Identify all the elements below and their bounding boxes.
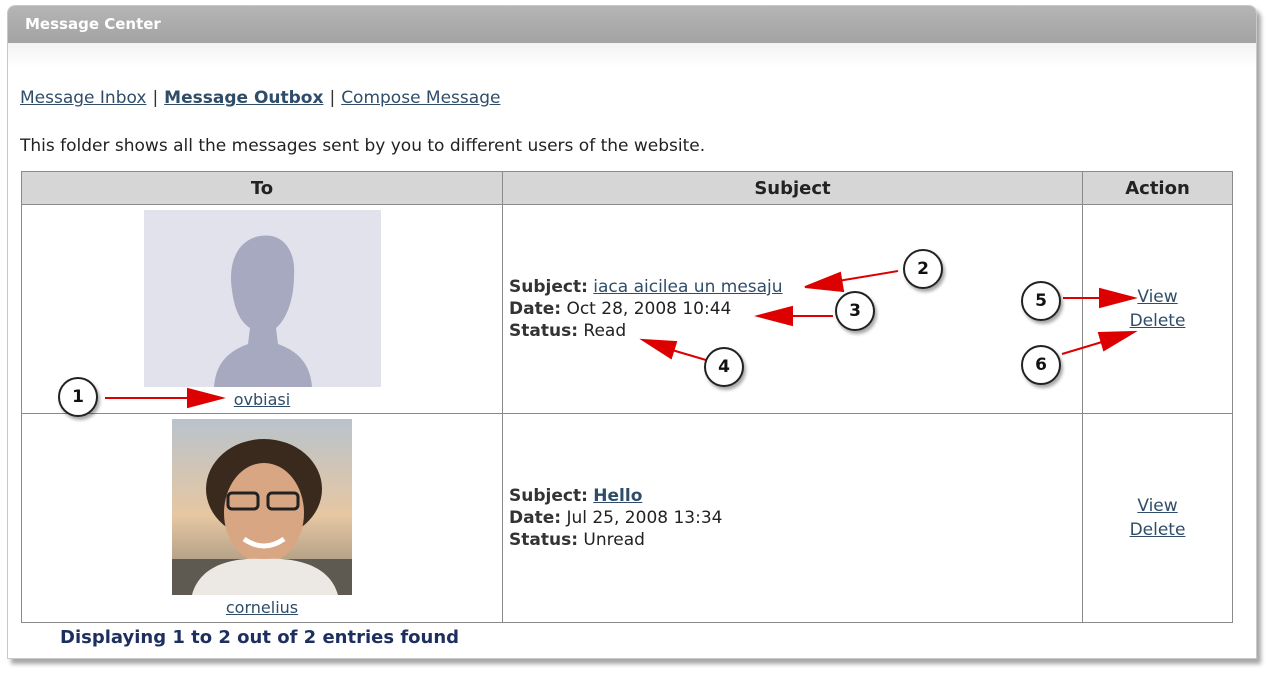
delete-link[interactable]: Delete [1083, 518, 1232, 542]
date-label: Date: [509, 508, 562, 528]
subject-cell: Subject: iaca aicilea un mesaju Date: Oc… [502, 204, 1083, 414]
callout-number-2: 2 [903, 249, 943, 289]
delete-link[interactable]: Delete [1083, 309, 1232, 333]
nav-compose-link[interactable]: Compose Message [341, 88, 500, 108]
nav-separator: | [152, 88, 159, 108]
callout-number-6: 6 [1021, 345, 1061, 385]
action-cell: View Delete [1082, 204, 1233, 414]
nav-inbox-link[interactable]: Message Inbox [20, 88, 146, 108]
header-shade [8, 43, 1256, 67]
status-label: Status: [509, 530, 578, 550]
recipient-cell: cornelius [21, 413, 503, 623]
recipient-username-link[interactable]: ovbiasi [234, 390, 290, 409]
subject-link[interactable]: Hello [593, 486, 642, 506]
callout-number-5: 5 [1021, 281, 1061, 321]
column-header-action: Action [1082, 171, 1233, 205]
nav-separator: | [329, 88, 336, 108]
callout-number-3: 3 [835, 291, 875, 331]
folder-description: This folder shows all the messages sent … [20, 136, 706, 156]
table-row: cornelius Subject: Hello Date: Jul 25, 2… [21, 413, 1233, 623]
callout-number-4: 4 [704, 347, 744, 387]
subject-label: Subject: [509, 277, 588, 297]
column-header-to[interactable]: To [21, 171, 503, 205]
callout-number-1: 1 [58, 377, 98, 417]
date-line: Date: Jul 25, 2008 13:34 [509, 507, 1082, 529]
entries-count-text: Displaying 1 to 2 out of 2 entries found [60, 627, 460, 648]
subject-line: Subject: iaca aicilea un mesaju [509, 276, 1082, 298]
view-link[interactable]: View [1083, 285, 1232, 309]
status-label: Status: [509, 321, 578, 341]
panel-title: Message Center [8, 6, 1256, 43]
column-header-subject[interactable]: Subject [502, 171, 1083, 205]
recipient-cell: ovbiasi [21, 204, 503, 414]
status-value: Read [583, 321, 627, 341]
date-line: Date: Oct 28, 2008 10:44 [509, 298, 1082, 320]
subject-link[interactable]: iaca aicilea un mesaju [593, 277, 782, 297]
subject-cell: Subject: Hello Date: Jul 25, 2008 13:34 … [502, 413, 1083, 623]
date-label: Date: [509, 299, 562, 319]
date-value: Jul 25, 2008 13:34 [566, 508, 723, 528]
status-line: Status: Read [509, 320, 1082, 342]
default-avatar-icon[interactable] [143, 209, 381, 387]
messages-table: To Subject Action ovbiasi Subject: iaca … [21, 171, 1233, 623]
subject-label: Subject: [509, 486, 588, 506]
view-link[interactable]: View [1083, 494, 1232, 518]
nav-outbox-link[interactable]: Message Outbox [164, 88, 323, 108]
date-value: Oct 28, 2008 10:44 [566, 299, 732, 319]
status-value: Unread [583, 530, 645, 550]
subject-line: Subject: Hello [509, 485, 1082, 507]
status-line: Status: Unread [509, 529, 1082, 551]
message-nav: Message Inbox | Message Outbox | Compose Mes… [20, 88, 500, 108]
table-header-row: To Subject Action [21, 171, 1233, 205]
user-photo-avatar[interactable] [172, 419, 352, 595]
action-cell: View Delete [1082, 413, 1233, 623]
recipient-username-link[interactable]: cornelius [226, 598, 298, 617]
